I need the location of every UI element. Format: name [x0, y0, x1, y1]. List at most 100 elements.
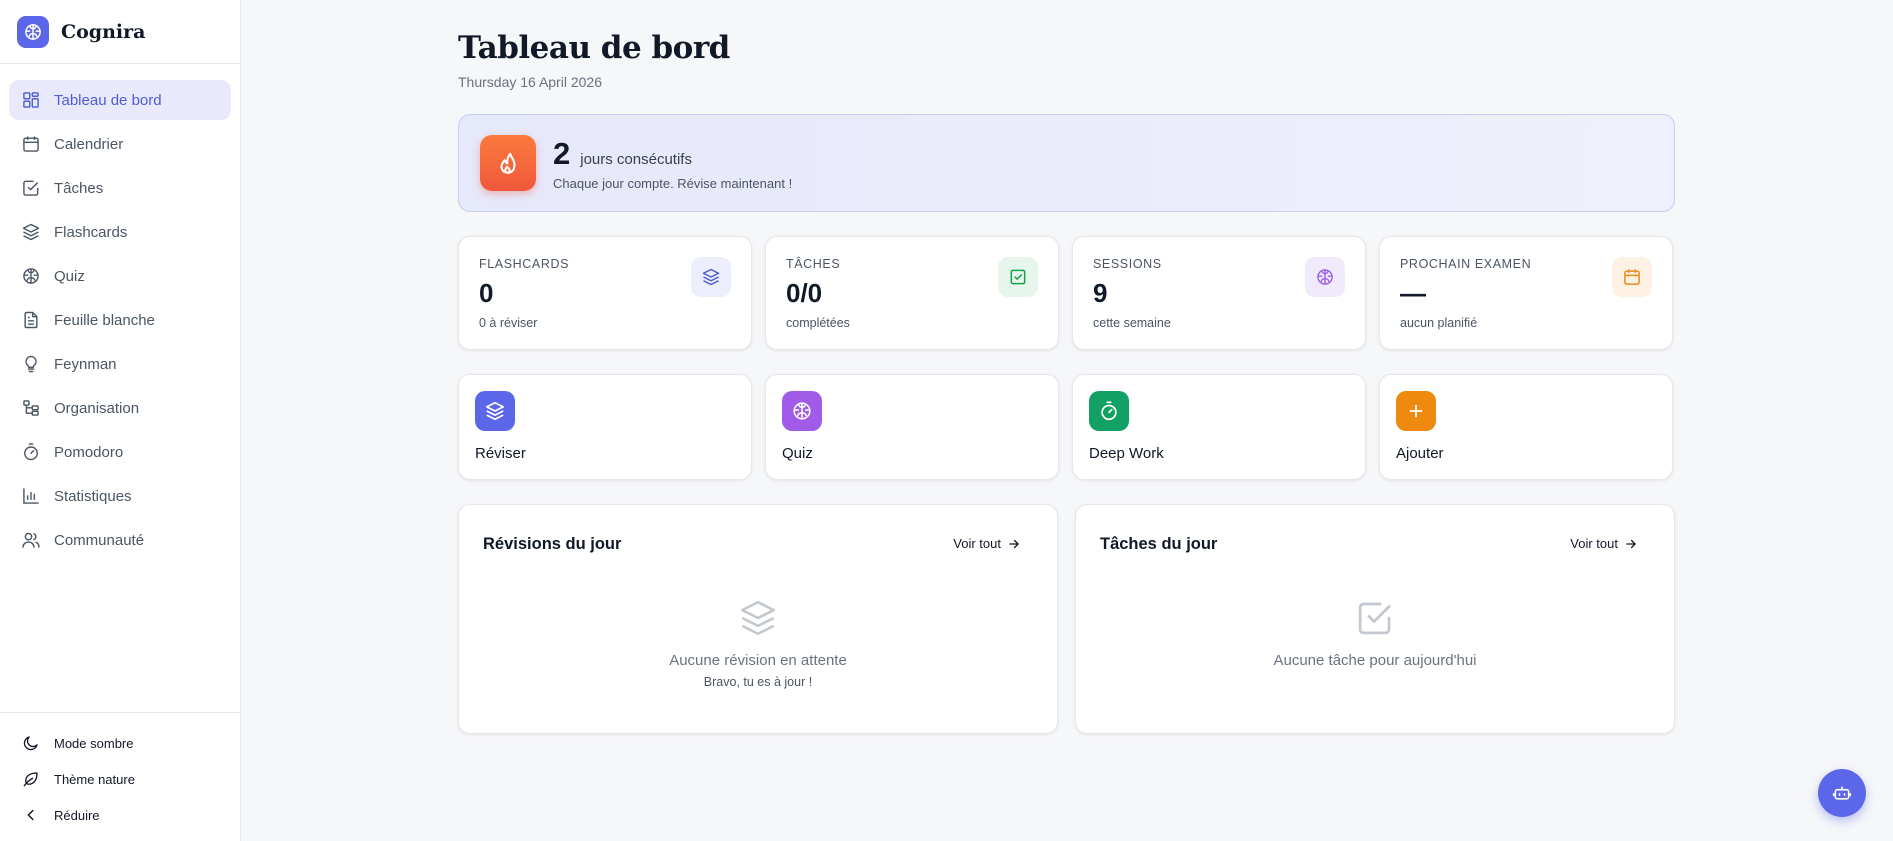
sidebar-item-feynman[interactable]: Feynman: [9, 344, 231, 384]
sidebar-item-dashboard[interactable]: Tableau de bord: [9, 80, 231, 120]
brand[interactable]: Cognira: [0, 0, 240, 64]
reviews-panel: Révisions du jour Voir tout Aucune révis…: [458, 504, 1058, 734]
page-title: Tableau de bord: [458, 30, 730, 66]
dark-mode-toggle[interactable]: Mode sombre: [22, 725, 240, 761]
brain-icon: [1305, 257, 1345, 297]
nature-theme-label: Thème nature: [54, 771, 135, 787]
sidebar-item-label: Pomodoro: [54, 443, 124, 461]
stat-card-tasks[interactable]: TÂCHES 0/0 complétées: [765, 236, 1059, 350]
collapse-sidebar-button[interactable]: Réduire: [22, 797, 240, 833]
sidebar-item-statistics[interactable]: Statistiques: [9, 476, 231, 516]
lightbulb-icon: [25, 355, 37, 373]
users-icon: [22, 532, 40, 548]
action-label: Quiz: [782, 445, 813, 462]
stat-sub: 0 à réviser: [479, 316, 538, 330]
streak-subtitle: Chaque jour compte. Révise maintenant !: [553, 175, 793, 191]
empty-title: Aucune tâche pour aujourd'hui: [1273, 652, 1477, 669]
brain-icon: [782, 391, 822, 431]
sidebar-item-label: Organisation: [54, 399, 140, 417]
check-square-icon: [23, 180, 39, 196]
nature-theme-toggle[interactable]: Thème nature: [22, 761, 240, 797]
dashboard-icon: [23, 92, 39, 108]
panel-title: Révisions du jour: [483, 535, 622, 553]
sidebar-item-label: Statistiques: [54, 487, 132, 505]
sidebar-item-label: Communauté: [54, 531, 145, 549]
stats-row: FLASHCARDS 0 0 à réviser TÂCHES 0/0 comp…: [458, 236, 1675, 350]
sidebar-item-organisation[interactable]: Organisation: [9, 388, 231, 428]
sidebar-item-calendar[interactable]: Calendrier: [9, 124, 231, 164]
action-label: Réviser: [475, 445, 526, 462]
sidebar-item-label: Quiz: [54, 267, 85, 285]
main-content: Tableau de bord Thursday 16 April 2026 2…: [458, 30, 1675, 734]
layers-icon: [691, 257, 731, 297]
brain-icon: [23, 268, 39, 284]
dark-mode-label: Mode sombre: [54, 735, 134, 751]
page-date: Thursday 16 April 2026: [458, 74, 602, 90]
reviews-empty-state: Aucune révision en attente Bravo, tu es …: [459, 597, 1057, 689]
streak-label: jours consécutifs: [580, 150, 692, 168]
sidebar-item-label: Feynman: [54, 355, 117, 373]
sidebar-item-label: Flashcards: [54, 223, 128, 241]
check-square-icon: [1358, 602, 1391, 635]
sidebar-item-community[interactable]: Communauté: [9, 520, 231, 560]
sidebar-footer: Mode sombre Thème nature Réduire: [0, 712, 240, 841]
link-label: Voir tout: [1570, 536, 1618, 551]
quiz-action-button[interactable]: Quiz: [765, 374, 1059, 480]
brain-icon: [17, 15, 49, 48]
deep-work-action-button[interactable]: Deep Work: [1072, 374, 1366, 480]
bar-chart-icon: [23, 488, 39, 504]
sidebar-item-blank-sheet[interactable]: Feuille blanche: [9, 300, 231, 340]
arrow-right-icon: [1626, 539, 1636, 548]
document-icon: [24, 311, 38, 329]
action-label: Deep Work: [1089, 445, 1164, 462]
layers-icon: [475, 391, 515, 431]
timer-icon: [24, 443, 38, 461]
stat-sub: cette semaine: [1093, 316, 1171, 330]
arrow-right-icon: [1009, 539, 1019, 548]
panel-title: Tâches du jour: [1100, 535, 1218, 553]
bot-icon: [1832, 786, 1852, 800]
quick-actions: Réviser Quiz Deep Work Ajouter: [458, 374, 1675, 480]
layers-icon: [22, 223, 40, 241]
stat-card-sessions[interactable]: SESSIONS 9 cette semaine: [1072, 236, 1366, 350]
streak-banner: 2 jours consécutifs Chaque jour compte. …: [458, 114, 1675, 212]
link-label: Voir tout: [953, 536, 1001, 551]
layers-icon: [740, 600, 776, 636]
leaf-icon: [23, 772, 38, 787]
review-action-button[interactable]: Réviser: [458, 374, 752, 480]
sidebar-item-label: Feuille blanche: [54, 311, 155, 329]
add-action-button[interactable]: Ajouter: [1379, 374, 1673, 480]
sidebar-item-label: Calendrier: [54, 135, 124, 153]
sidebar-item-quiz[interactable]: Quiz: [9, 256, 231, 296]
hierarchy-icon: [23, 400, 39, 416]
stat-card-next-exam[interactable]: PROCHAIN EXAMEN — aucun planifié: [1379, 236, 1673, 350]
tasks-panel: Tâches du jour Voir tout Aucune tâche po…: [1075, 504, 1675, 734]
sidebar-item-flashcards[interactable]: Flashcards: [9, 212, 231, 252]
streak-count: 2: [553, 135, 571, 171]
stat-sub: aucun planifié: [1400, 316, 1478, 330]
daily-panels: Révisions du jour Voir tout Aucune révis…: [458, 504, 1675, 734]
stat-sub: complétées: [786, 316, 850, 330]
empty-subtitle: Bravo, tu es à jour !: [703, 675, 813, 689]
tasks-empty-state: Aucune tâche pour aujourd'hui: [1076, 597, 1674, 669]
timer-icon: [1089, 391, 1129, 431]
assistant-bot-button[interactable]: [1818, 769, 1866, 817]
collapse-label: Réduire: [54, 807, 100, 823]
sidebar-item-tasks[interactable]: Tâches: [9, 168, 231, 208]
sidebar-item-pomodoro[interactable]: Pomodoro: [9, 432, 231, 472]
sidebar-item-label: Tâches: [54, 179, 104, 197]
action-label: Ajouter: [1396, 445, 1444, 462]
streak-text: 2 jours consécutifs Chaque jour compte. …: [553, 136, 792, 191]
view-all-reviews-link[interactable]: Voir tout: [953, 536, 1021, 551]
sidebar: Cognira Tableau de bord Calendrier Tâche…: [0, 0, 241, 841]
sidebar-nav: Tableau de bord Calendrier Tâches Flashc…: [0, 64, 240, 560]
view-all-tasks-link[interactable]: Voir tout: [1570, 536, 1638, 551]
sidebar-item-label: Tableau de bord: [54, 91, 162, 109]
plus-icon: [1396, 391, 1436, 431]
empty-title: Aucune révision en attente: [669, 652, 847, 669]
moon-icon: [23, 736, 38, 751]
check-square-icon: [998, 257, 1038, 297]
flame-icon: [480, 135, 536, 191]
calendar-icon: [1612, 257, 1652, 297]
stat-card-flashcards[interactable]: FLASHCARDS 0 0 à réviser: [458, 236, 752, 350]
